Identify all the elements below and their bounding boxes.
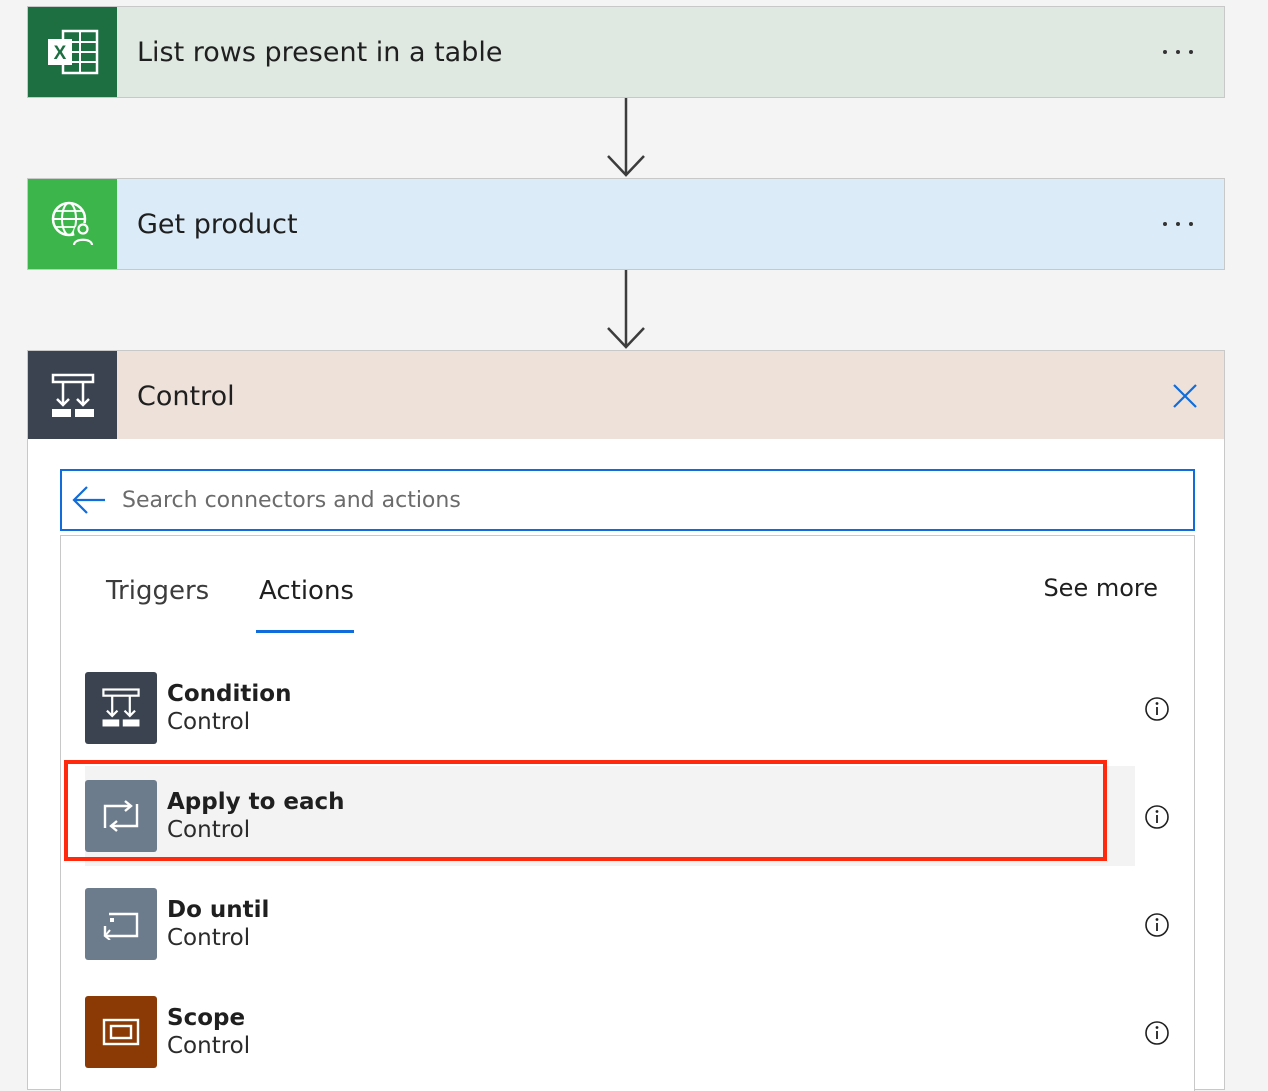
active-tab-indicator — [256, 630, 354, 633]
do-until-icon — [85, 888, 157, 960]
step-title: List rows present in a table — [137, 36, 503, 68]
step-title: Get product — [137, 208, 298, 240]
action-name: Apply to each — [167, 789, 345, 815]
search-results: Triggers Actions See more Condition Cont… — [60, 535, 1195, 1091]
action-name: Scope — [167, 1005, 246, 1031]
flow-connector-arrow — [607, 270, 645, 349]
more-options-button[interactable] — [1148, 204, 1208, 244]
arrow-left-icon — [72, 486, 105, 514]
flow-step-list-rows[interactable]: X List rows present in a table — [27, 6, 1225, 98]
close-icon — [1173, 384, 1197, 408]
scope-icon — [85, 996, 157, 1068]
loop-icon — [85, 780, 157, 852]
action-picker-panel: Triggers Actions See more — [28, 439, 1224, 1091]
action-item-do-until[interactable]: Do until Control — [85, 874, 1135, 974]
action-item-apply-to-each[interactable]: Apply to each Control — [85, 766, 1135, 866]
action-name: Condition — [167, 681, 292, 707]
tab-triggers[interactable]: Triggers — [106, 576, 209, 606]
info-icon[interactable] — [1144, 696, 1170, 722]
condition-icon — [85, 672, 157, 744]
action-name: Do until — [167, 897, 270, 923]
info-icon[interactable] — [1144, 804, 1170, 830]
flow-connector-arrow — [607, 98, 645, 177]
close-button[interactable] — [1160, 371, 1210, 421]
action-connector: Control — [167, 925, 251, 951]
info-icon[interactable] — [1144, 912, 1170, 938]
see-more-link[interactable]: See more — [1043, 574, 1158, 602]
search-input[interactable] — [116, 470, 1193, 530]
action-connector: Control — [167, 1033, 251, 1059]
info-icon[interactable] — [1144, 1020, 1170, 1046]
back-button[interactable] — [62, 471, 116, 529]
action-connector: Control — [167, 709, 251, 735]
action-item-scope[interactable]: Scope Control — [85, 982, 1135, 1082]
step-title: Control — [137, 380, 235, 412]
search-box — [60, 469, 1195, 531]
control-icon — [28, 351, 117, 441]
excel-icon: X — [28, 7, 117, 97]
svg-text:X: X — [53, 43, 66, 64]
flow-step-get-product[interactable]: Get product — [27, 178, 1225, 270]
globe-user-icon — [28, 179, 117, 269]
action-connector: Control — [167, 817, 251, 843]
more-options-button[interactable] — [1148, 32, 1208, 72]
flow-step-control[interactable]: Control Triggers Actions See more — [27, 350, 1225, 1091]
action-item-condition[interactable]: Condition Control — [85, 658, 1135, 758]
tab-actions[interactable]: Actions — [259, 576, 354, 606]
